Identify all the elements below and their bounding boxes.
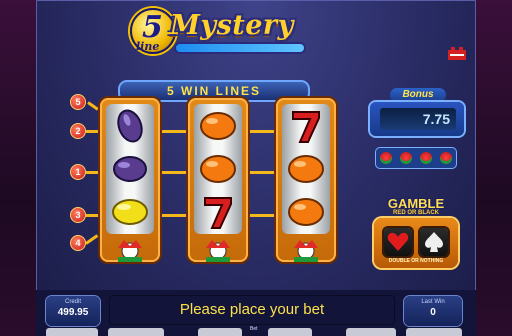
heart-icon	[387, 232, 409, 251]
lemon-icon	[112, 199, 148, 225]
last-win-label: Last Win	[421, 299, 445, 305]
bottom-button[interactable]	[108, 328, 164, 336]
plum-icon	[113, 156, 147, 182]
bonus-title: Bonus	[390, 88, 446, 102]
orange-icon	[200, 112, 236, 140]
credit-value: 499.95	[57, 307, 89, 318]
payline	[86, 214, 100, 217]
credit-display: Credit 499.95	[46, 296, 100, 326]
payline	[160, 130, 188, 133]
bonus-value: 7.75	[380, 108, 456, 130]
joker-icon	[420, 152, 432, 164]
bottom-button[interactable]	[346, 328, 396, 336]
payline	[160, 214, 188, 217]
line-badge-2: 2	[70, 123, 86, 139]
payline	[248, 130, 276, 133]
bottom-button[interactable]	[46, 328, 98, 336]
line-badge-1: 1	[70, 164, 86, 180]
bonus-joker-row	[376, 148, 456, 168]
joker-icon	[294, 240, 318, 262]
game-logo: 5 line Mystery	[130, 4, 310, 60]
orange-icon	[288, 155, 324, 183]
payline	[248, 214, 276, 217]
gamble-footer: DOUBLE OR NOTHING	[388, 258, 444, 264]
bottom-button[interactable]	[268, 328, 312, 336]
payline	[160, 171, 188, 174]
reel-1	[100, 98, 160, 262]
bottom-button[interactable]	[406, 328, 462, 336]
logo-title: Mystery	[170, 10, 294, 41]
reel-window	[106, 104, 154, 234]
payline	[86, 171, 100, 174]
status-message: Please place your bet	[110, 296, 394, 324]
joker-icon	[440, 152, 452, 164]
black-card-button[interactable]	[420, 228, 448, 256]
logo-swoosh	[176, 44, 304, 52]
orange-icon	[200, 155, 236, 183]
logo-line-word: line	[136, 40, 160, 53]
reel-window	[194, 104, 242, 234]
spade-icon	[425, 232, 443, 252]
orange-icon	[288, 198, 324, 226]
reel-2	[188, 98, 248, 262]
seven-icon	[292, 111, 320, 143]
joker-icon	[118, 240, 142, 262]
bet-label: Bet	[250, 326, 258, 332]
reel-3	[276, 98, 336, 262]
reel-window	[282, 104, 330, 234]
last-win-display: Last Win 0	[404, 296, 462, 326]
last-win-value: 0	[430, 307, 436, 318]
joker-icon	[206, 240, 230, 262]
bonus-panel: Bonus 7.75	[364, 88, 470, 172]
left-decor-panel	[0, 0, 36, 336]
line-badge-3: 3	[70, 207, 86, 223]
gamble-title: GAMBLE	[387, 196, 445, 211]
payline	[248, 171, 276, 174]
payline	[86, 130, 100, 133]
right-decor-panel	[476, 0, 512, 336]
credit-label: Credit	[64, 299, 81, 305]
gamble-subtitle: RED OR BLACK	[393, 210, 439, 216]
gamble-card-panel: DOUBLE OR NOTHING	[374, 218, 458, 268]
bottom-button[interactable]	[198, 328, 242, 336]
line-badge-5: 5	[70, 94, 86, 110]
gamble-panel: GAMBLE RED OR BLACK DOUBLE OR NOTHING	[366, 196, 466, 272]
plum-icon	[117, 109, 143, 143]
joker-icon	[400, 152, 412, 164]
line-badge-4: 4	[70, 235, 86, 251]
red-card-button[interactable]	[384, 228, 412, 256]
bonus-display: 7.75	[370, 102, 464, 136]
joker-icon	[380, 152, 392, 164]
seven-icon	[204, 197, 232, 229]
brand-icon	[448, 47, 466, 60]
